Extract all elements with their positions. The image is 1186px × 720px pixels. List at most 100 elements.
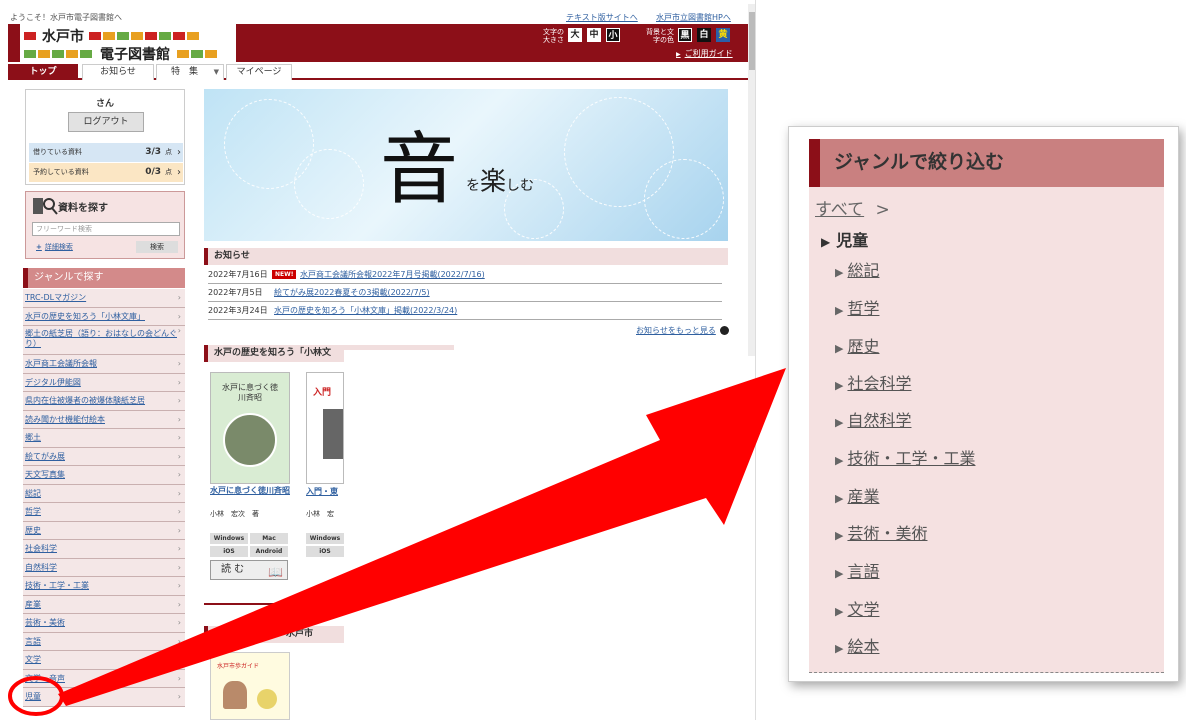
- triangle-icon: ▶: [835, 529, 844, 542]
- borrowed-row[interactable]: 借りている資料 3/3 点 ›: [29, 143, 183, 162]
- news-item[interactable]: 2022年3月24日 水戸の歴史を知ろう「小林文庫」掲載(2022/3/24): [208, 302, 722, 320]
- genre-filter-panel: ジャンルで絞り込む すべて > ▶ 児童 ▶ 総記 ▶ 哲学 ▶ 歴史 ▶ 社会科学 ▶ 自…: [809, 139, 1164, 673]
- more-news-link[interactable]: お知らせをもっと見る: [636, 325, 729, 336]
- book-cover[interactable]: 水戸に息づく徳川斉昭: [210, 372, 290, 484]
- color-white-button[interactable]: 白: [697, 28, 711, 42]
- borrowed-count: 3/3: [145, 147, 161, 157]
- logo-text-1: 水戸市: [42, 29, 84, 45]
- filter-item[interactable]: ▶ 技術・工学・工業: [835, 445, 975, 469]
- filter-item[interactable]: ▶ 自然科学: [835, 407, 911, 431]
- news-item[interactable]: 2022年7月5日 絵てがみ展2022春夏その3掲載(2022/7/5): [208, 284, 722, 302]
- genre-item[interactable]: 絵てがみ展: [23, 447, 185, 466]
- genre-item[interactable]: 総記: [23, 484, 185, 503]
- hero-title: 音: [380, 125, 459, 215]
- filter-item[interactable]: ▶ 文学: [835, 596, 879, 620]
- dropdown-icon: ▼: [213, 68, 219, 76]
- triangle-icon: ▶: [835, 266, 844, 279]
- book-author: 小林 宏次 著: [210, 510, 259, 518]
- feature2-heading: る学習に役立つ 水戸市: [204, 626, 344, 643]
- color-yellow-button[interactable]: 黄: [716, 28, 730, 42]
- os-badge: iOS: [210, 546, 248, 557]
- book-author: 小林 宏: [306, 510, 334, 518]
- genre-item[interactable]: 郷土: [23, 429, 185, 448]
- book-cover[interactable]: 水戸市歩ガイド: [210, 652, 290, 720]
- genre-item[interactable]: 水戸の歴史を知ろう「小林文庫」: [23, 307, 185, 326]
- genre-item[interactable]: 芸術・美術: [23, 614, 185, 633]
- color-black-button[interactable]: 黒: [678, 28, 692, 42]
- library-screenshot: ようこそ！水戸市電子図書館へ テキスト版サイトへ 水戸市立図書館HPへ 水戸市 …: [0, 0, 756, 720]
- font-size-medium-button[interactable]: 中: [587, 28, 601, 42]
- divider: [204, 603, 344, 605]
- genre-item[interactable]: 歴史: [23, 521, 185, 540]
- book-title[interactable]: 入門・東: [306, 486, 338, 497]
- genre-item[interactable]: デジタル伊能図: [23, 373, 185, 392]
- filter-item[interactable]: ▶ 言語: [835, 558, 879, 582]
- book-cover[interactable]: 入門: [306, 372, 344, 484]
- triangle-icon: ▶: [835, 416, 844, 429]
- reserved-row[interactable]: 予約している資料 0/3 点 ›: [29, 163, 183, 182]
- genre-item[interactable]: 技術・工学・工業: [23, 577, 185, 596]
- genre-item[interactable]: 県内在住被爆者の被爆体験紙芝居: [23, 392, 185, 411]
- triangle-icon: ▶: [835, 379, 844, 392]
- genre-item-child[interactable]: 児童: [23, 688, 185, 707]
- filter-item[interactable]: ▶ 絵本: [835, 633, 879, 657]
- genre-item[interactable]: 自然科学: [23, 558, 185, 577]
- font-size-small-button[interactable]: 小: [606, 28, 620, 42]
- book-title[interactable]: 水戸に息づく徳川斉昭: [210, 486, 294, 496]
- genre-item[interactable]: 郷土の紙芝居（語り：おはなしの会どんぐり）: [23, 326, 185, 355]
- filter-item[interactable]: ▶ 芸術・美術: [835, 520, 927, 544]
- guide-link[interactable]: ▶ ご利用ガイド: [676, 48, 733, 59]
- text-site-link[interactable]: テキスト版サイトへ: [566, 12, 638, 23]
- os-badge: iOS: [306, 546, 344, 557]
- filter-item[interactable]: ▶ 産業: [835, 483, 879, 507]
- os-badge: Android: [250, 546, 288, 557]
- search-title: 資料を探す: [58, 203, 108, 214]
- library-hp-link[interactable]: 水戸市立図書館HPへ: [656, 12, 731, 23]
- filter-heading: ジャンルで絞り込む: [809, 139, 1164, 187]
- logout-button[interactable]: ログアウト: [68, 112, 144, 132]
- genre-item[interactable]: 哲学: [23, 503, 185, 522]
- tab-mypage[interactable]: マイページ: [226, 64, 292, 80]
- hero-banner[interactable]: 音 を楽しむ: [204, 89, 728, 241]
- genre-heading: ジャンルで探す: [23, 268, 185, 288]
- triangle-icon: ▶: [835, 605, 844, 618]
- genre-item[interactable]: 文学: [23, 651, 185, 670]
- search-button[interactable]: 検索: [136, 241, 178, 253]
- filter-item[interactable]: ▶ 社会科学: [835, 370, 911, 394]
- scrollbar[interactable]: [748, 4, 755, 356]
- advanced-search-link[interactable]: + 詳細検索: [36, 242, 73, 252]
- tab-top[interactable]: トップ: [8, 64, 78, 80]
- color-label: 背景と文字の色: [646, 28, 674, 44]
- filter-item[interactable]: ▶ 哲学: [835, 295, 879, 319]
- genre-item[interactable]: 言語: [23, 632, 185, 651]
- tab-feature[interactable]: 特 集 ▼: [156, 64, 224, 80]
- font-size-large-button[interactable]: 大: [568, 28, 582, 42]
- chevron-right-icon: ›: [177, 147, 181, 158]
- genre-item[interactable]: 文学・音声: [23, 669, 185, 688]
- site-logo[interactable]: 水戸市 電子図書館: [20, 24, 236, 63]
- genre-item[interactable]: 読み聞かせ機能付絵本: [23, 410, 185, 429]
- welcome-text: ようこそ！水戸市電子図書館へ: [10, 13, 122, 22]
- genre-item[interactable]: 産業: [23, 595, 185, 614]
- plus-icon: +: [36, 243, 42, 251]
- os-badge: Mac: [250, 533, 288, 544]
- filter-item[interactable]: ▶ 歴史: [835, 333, 879, 357]
- triangle-icon: ▶: [821, 235, 831, 249]
- user-name: さん: [95, 99, 114, 109]
- search-input[interactable]: フリーワード検索: [32, 222, 180, 236]
- borrowed-label: 借りている資料: [33, 148, 82, 156]
- all-link[interactable]: すべて: [815, 200, 864, 220]
- triangle-icon: ▶: [676, 51, 681, 58]
- book-open-icon: 📖: [268, 565, 283, 579]
- genre-item[interactable]: 社会科学: [23, 540, 185, 559]
- news-heading: お知らせ: [204, 248, 728, 265]
- genre-item[interactable]: 水戸商工会議所会報: [23, 355, 185, 374]
- new-badge: NEW!: [272, 270, 297, 279]
- genre-item[interactable]: 天文写真集: [23, 466, 185, 485]
- filter-item[interactable]: ▶ 総記: [835, 257, 879, 281]
- news-item[interactable]: 2022年7月16日 NEW! 水戸商工会議所会報2022年7月号掲載(2022…: [208, 266, 722, 284]
- tab-news[interactable]: お知らせ: [82, 64, 154, 80]
- os-badge: Windows: [306, 533, 344, 544]
- genre-item[interactable]: TRC-DLマガジン: [23, 289, 185, 308]
- read-button[interactable]: 読 む 📖: [210, 560, 288, 580]
